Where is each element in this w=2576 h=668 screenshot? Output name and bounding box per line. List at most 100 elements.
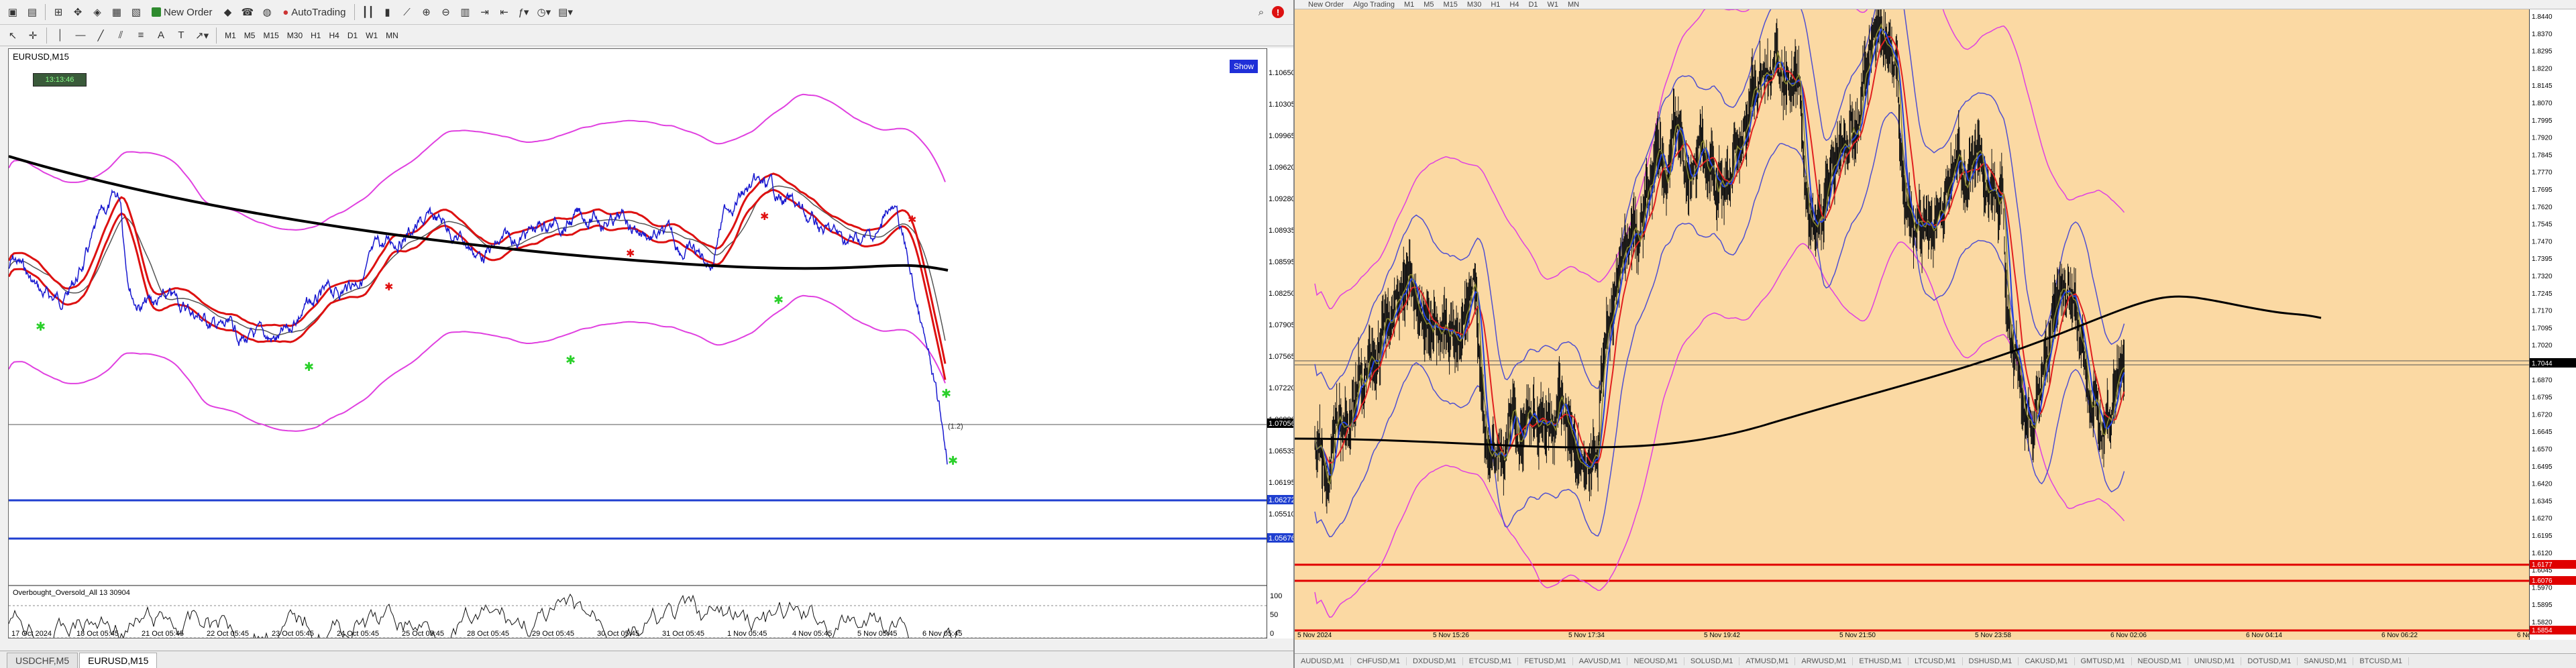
price-axis-label: 1.6345 (2532, 498, 2553, 505)
right-chart-tab[interactable]: AUDUSD,M1 (1295, 657, 1351, 665)
profiles-icon[interactable]: ▤ (23, 3, 41, 21)
metaeditor-icon[interactable]: ◆ (219, 3, 237, 21)
chart-shift-icon[interactable]: ⇤ (496, 3, 513, 21)
show-button[interactable]: Show (1230, 60, 1258, 73)
timeframe-m15[interactable]: M15 (260, 27, 282, 44)
right-toolbar-item[interactable]: M1 (1404, 1, 1414, 9)
arrows-icon[interactable]: ↗▾ (193, 27, 211, 44)
right-toolbar-item[interactable]: H4 (1509, 1, 1519, 9)
price-axis-label: 1.09280 (1269, 195, 1293, 203)
chart-tab-usdchf[interactable]: USDCHF,M5 (7, 653, 78, 668)
right-chart-tab[interactable]: LTCUSD,M1 (1909, 657, 1963, 665)
right-toolbar-item[interactable]: Algo Trading (1353, 1, 1395, 9)
timeframe-m1[interactable]: M1 (221, 27, 239, 44)
right-chart-tab[interactable]: DOTUSD,M1 (2241, 657, 2298, 665)
right-toolbar-item[interactable]: M5 (1424, 1, 1434, 9)
zoom-out-icon[interactable]: ⊖ (437, 3, 455, 21)
trendline-icon[interactable]: ╱ (92, 27, 109, 44)
alert-icon[interactable]: ! (1272, 6, 1284, 18)
right-chart-tab[interactable]: FETUSD,M1 (1518, 657, 1573, 665)
right-toolbar-item[interactable]: M30 (1467, 1, 1481, 9)
right-chart-tab[interactable]: CHFUSD,M1 (1351, 657, 1407, 665)
signals-icon[interactable]: ☎ (239, 3, 257, 21)
sell-signal-marker: ✱ (760, 211, 769, 223)
right-chart-tab[interactable]: BTCUSD,M1 (2353, 657, 2409, 665)
new-chart-icon[interactable]: ▣ (4, 3, 21, 21)
right-chart-tab[interactable]: GMTUSD,M1 (2075, 657, 2132, 665)
right-toolbar-item[interactable]: D1 (1528, 1, 1538, 9)
right-chart-tab[interactable]: DXDUSD,M1 (1407, 657, 1463, 665)
sell-signal-marker: ✱ (908, 215, 916, 226)
chart-tab-eurusd[interactable]: EURUSD,M15 (79, 653, 158, 668)
blue-level-label: 1.06272 (1269, 496, 1293, 504)
right-toolbar-item[interactable]: New Order (1308, 1, 1344, 9)
indicators-icon[interactable]: ƒ▾ (515, 3, 533, 21)
price-axis-label: 1.7845 (2532, 152, 2553, 159)
price-axis-label: 1.7245 (2532, 290, 2553, 298)
right-chart-tab[interactable]: DSHUSD,M1 (1963, 657, 2019, 665)
price-axis-label: 1.5895 (2532, 602, 2553, 609)
market-icon[interactable]: ◍ (258, 3, 276, 21)
auto-trading-label: AutoTrading (291, 6, 346, 18)
right-chart-tab[interactable]: SOLUSD,M1 (1684, 657, 1740, 665)
auto-trading-button[interactable]: ● AutoTrading (278, 3, 350, 21)
price-axis-label: 1.08250 (1269, 290, 1293, 298)
crosshair-icon[interactable]: ✛ (24, 27, 42, 44)
right-toolbar-item[interactable]: MN (1568, 1, 1579, 9)
timeframe-h4[interactable]: H4 (325, 27, 342, 44)
eurusd-chart[interactable]: (1.2) ✱ ✱ ✱ ✱ ✱ ✱ ✱ ✱ ✱ ✱ Overbought_Oversold_All 1… (8, 48, 1280, 638)
time-axis-label: 30 Oct 05:45 (597, 630, 639, 638)
data-window-icon[interactable]: ◈ (89, 3, 106, 21)
periods-icon[interactable]: ◷▾ (535, 3, 554, 21)
navigator-icon[interactable]: ✥ (69, 3, 87, 21)
market-watch-icon[interactable]: ⊞ (50, 3, 67, 21)
right-chart-tab[interactable]: ARWUSD,M1 (1795, 657, 1854, 665)
timeframe-m30[interactable]: M30 (284, 27, 306, 44)
bar-chart-icon[interactable]: ┃┃ (359, 3, 376, 21)
long-term-ma-line (1295, 295, 2322, 449)
price-axis-label: 1.07220 (1269, 384, 1293, 392)
search-icon[interactable]: ⌕ (1252, 3, 1270, 21)
line-chart-icon[interactable]: ⟋ (398, 3, 416, 21)
timeframe-mn[interactable]: MN (382, 27, 402, 44)
horizontal-line-icon[interactable]: — (72, 27, 89, 44)
right-chart-tab[interactable]: NEOUSD,M1 (2132, 657, 2188, 665)
right-chart-tab[interactable]: ETCUSD,M1 (1463, 657, 1519, 665)
vertical-line-icon[interactable]: │ (52, 27, 69, 44)
right-chart-tab[interactable]: ATMUSD,M1 (1739, 657, 1796, 665)
channel-icon[interactable]: ⫽ (112, 27, 129, 44)
right-price-axis: 1.8440 1.8370 1.8295 1.8220 1.8145 1.8070 1.79… (2529, 9, 2576, 640)
chart-symbol-label: EURUSD,M15 (13, 52, 69, 62)
fibonacci-icon[interactable]: ≡ (132, 27, 150, 44)
right-chart-tab[interactable]: CAKUSD,M1 (2019, 657, 2075, 665)
right-toolbar-item[interactable]: H1 (1491, 1, 1500, 9)
right-chart-tab[interactable]: SANUSD,M1 (2298, 657, 2354, 665)
price-axis-label: 1.6870 (2532, 377, 2553, 384)
autoscroll-icon[interactable]: ⇥ (476, 3, 494, 21)
templates-icon[interactable]: ▤▾ (555, 3, 576, 21)
timeframe-d1[interactable]: D1 (344, 27, 361, 44)
timeframe-w1[interactable]: W1 (362, 27, 381, 44)
timeframe-m5[interactable]: M5 (241, 27, 259, 44)
right-toolbar-item[interactable]: W1 (1548, 1, 1559, 9)
strategy-tester-icon[interactable]: ▧ (127, 3, 145, 21)
timeframe-h1[interactable]: H1 (307, 27, 324, 44)
new-order-button[interactable]: New Order (147, 3, 217, 21)
zoom-in-icon[interactable]: ⊕ (418, 3, 435, 21)
tile-windows-icon[interactable]: ▥ (457, 3, 474, 21)
terminal-icon[interactable]: ▦ (108, 3, 125, 21)
right-toolbar-item[interactable]: M15 (1444, 1, 1458, 9)
right-chart-tab[interactable]: ETHUSD,M1 (1853, 657, 1909, 665)
text-label-icon[interactable]: T (172, 27, 190, 44)
price-axis-label: 1.09620 (1269, 164, 1293, 172)
buy-signal-marker: ✱ (304, 360, 314, 374)
right-chart-tab[interactable]: NEOUSD,M1 (1627, 657, 1684, 665)
gbpusd-chart[interactable]: 5 Nov 2024 5 Nov 15:26 5 Nov 17:34 5 Nov 19… (1295, 9, 2529, 640)
text-icon[interactable]: A (152, 27, 170, 44)
price-axis-label: 1.8370 (2532, 31, 2553, 38)
candlestick-icon[interactable]: ▮ (379, 3, 396, 21)
cursor-icon[interactable]: ↖ (4, 27, 21, 44)
right-chart-tab[interactable]: AAVUSD,M1 (1573, 657, 1628, 665)
right-chart-tab[interactable]: UNIUSD,M1 (2188, 657, 2242, 665)
price-axis-label: 1.7545 (2532, 221, 2553, 229)
